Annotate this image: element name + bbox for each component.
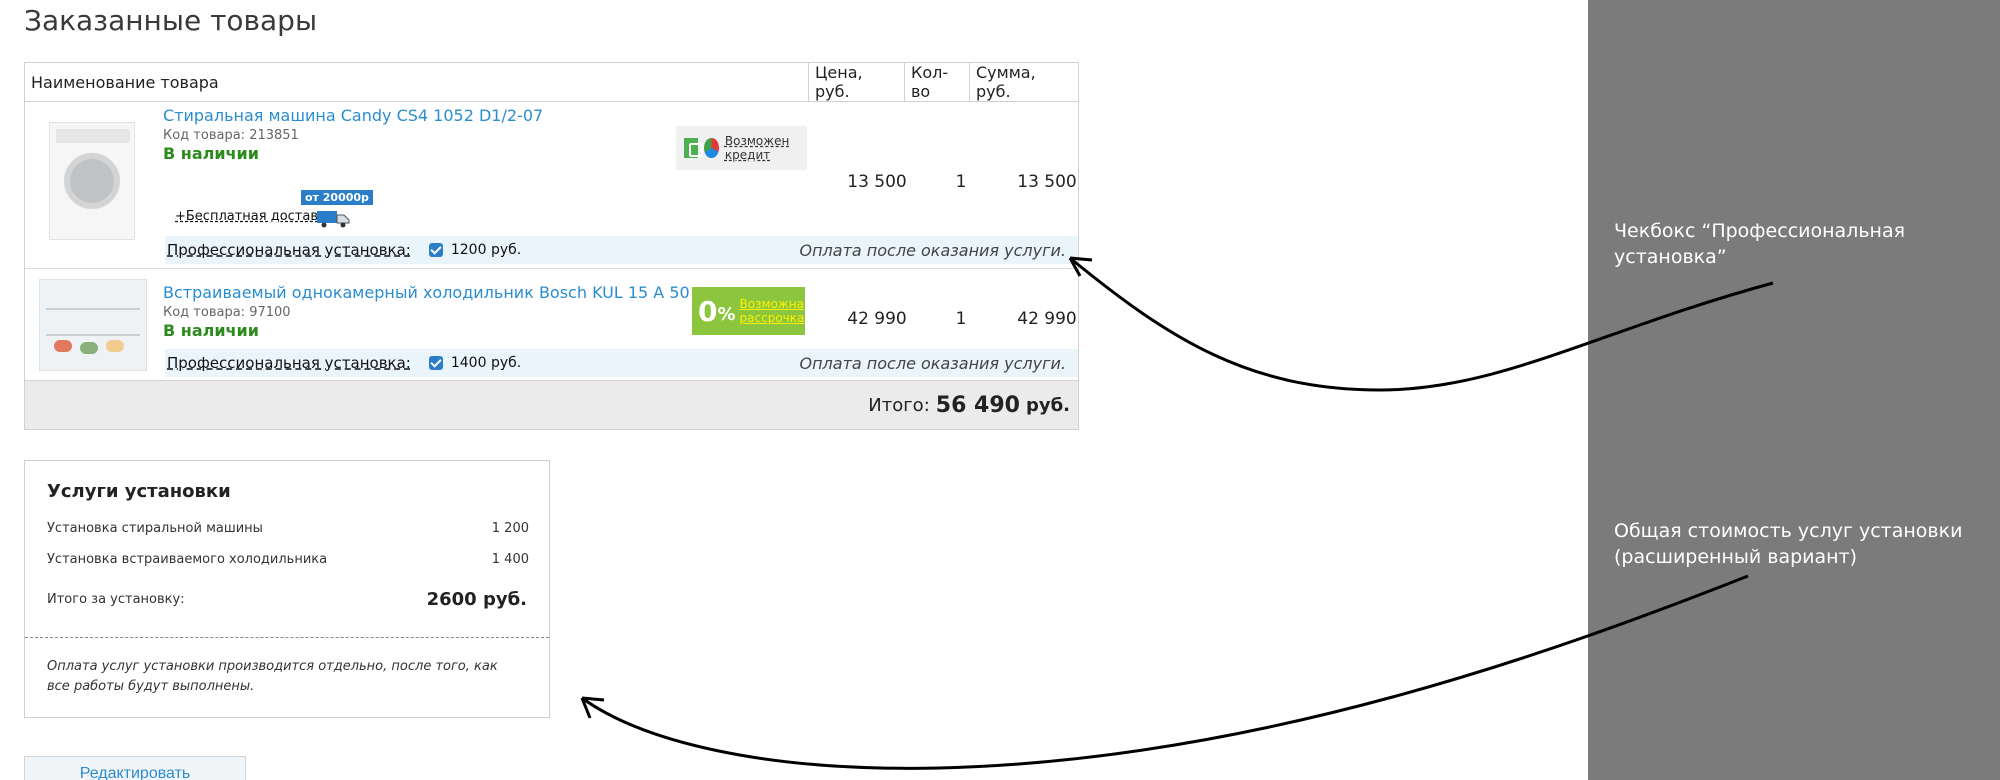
header-sum: Сумма, руб. (969, 63, 1078, 101)
fridge-image[interactable] (39, 279, 147, 371)
installment-label: Возможна рассрочка (739, 297, 805, 325)
row-sum: 42 990 (1017, 309, 1077, 329)
service-item: Установка стиральной машины 1 200 (47, 521, 529, 536)
annotation-checkbox-note: Чекбокс “Профессиональная установка” (1614, 220, 1906, 268)
screen: Заказанные товары Наименование товара Це… (0, 0, 2000, 780)
fridge-food (106, 340, 124, 352)
service-item-value: 1 200 (491, 521, 529, 536)
edit-button[interactable]: Редактировать (24, 756, 246, 780)
free-delivery: +Бесплатная доставка (175, 209, 334, 224)
services-total-label: Итого за установку: (47, 592, 185, 607)
washing-machine-image[interactable] (49, 122, 135, 240)
stock-status: В наличии (163, 144, 259, 163)
install-label: Профессиональная установка: (167, 354, 411, 372)
fridge-food (54, 340, 72, 352)
install-price: 1200 руб. (450, 242, 522, 258)
annotation-arrowhead-total (580, 696, 605, 719)
services-total-value: 2600 руб. (426, 589, 527, 610)
credit-bank-icon (684, 138, 704, 158)
order-total-currency: руб. (1025, 394, 1070, 416)
promo-percent: % (717, 303, 736, 325)
table-header: Наименование товара Цена, руб. Кол-во Су… (25, 63, 1078, 102)
row-price: 13 500 (847, 172, 907, 192)
services-divider (25, 637, 549, 638)
order-total: Итого: 56 490 руб. (25, 381, 1078, 429)
install-label: Профессиональная установка: (167, 241, 411, 259)
washer-door (64, 153, 120, 209)
install-option: Профессиональная установка: 1400 руб. Оп… (165, 349, 1078, 377)
product-link[interactable]: Стиральная машина Candy CS4 1052 D1/2-07 (163, 106, 543, 125)
install-checkbox[interactable] (428, 243, 443, 257)
services-title: Услуги установки (47, 481, 231, 502)
service-item: Установка встраиваемого холодильника 1 4… (47, 552, 529, 567)
promo-zero: 0 (698, 294, 718, 328)
annotation-arrow-total (581, 574, 1749, 770)
service-item-label: Установка встраиваемого холодильника (47, 552, 328, 567)
fridge-shelf (46, 308, 140, 310)
truck-icon (317, 211, 350, 228)
fridge-shelf (46, 334, 140, 336)
install-option: Профессиональная установка: 1200 руб. Оп… (165, 236, 1078, 264)
service-item-value: 1 400 (491, 552, 529, 567)
header-qty: Кол-во (904, 63, 969, 101)
annotation-panel (1588, 0, 2000, 780)
product-code: Код товара: 97100 (163, 305, 291, 320)
product-link[interactable]: Встраиваемый однокамерный холодильник Bo… (163, 283, 690, 302)
credit-partner-icon (704, 138, 719, 158)
pay-after-note: Оплата после оказания услуги. (799, 353, 1067, 373)
order-total-value: 56 490 (935, 392, 1020, 418)
ordered-items-table: Наименование товара Цена, руб. Кол-во Су… (24, 62, 1079, 430)
credit-label: Возможен кредит (724, 134, 790, 162)
row-qty: 1 (955, 172, 967, 192)
service-item-label: Установка стиральной машины (47, 521, 263, 536)
header-name: Наименование товара (31, 72, 219, 92)
install-checkbox[interactable] (428, 356, 443, 370)
table-row: Стиральная машина Candy CS4 1052 D1/2-07… (25, 102, 1078, 269)
table-row: Встраиваемый однокамерный холодильник Bo… (25, 269, 1078, 381)
services-note: Оплата услуг установки производится отде… (47, 659, 498, 694)
installment-badge[interactable]: 0 % Возможна рассрочка (692, 287, 805, 335)
credit-badge[interactable]: Возможен кредит (676, 126, 807, 170)
row-price: 42 990 (847, 309, 907, 329)
annotation-total-note: Общая стоимость услуг установки (расшире… (1614, 520, 1963, 568)
free-delivery-label[interactable]: +Бесплатная доставка (175, 209, 334, 224)
install-price: 1400 руб. (450, 355, 522, 371)
installation-services-box: Услуги установки Установка стиральной ма… (24, 460, 550, 718)
row-sum: 13 500 (1017, 172, 1077, 192)
stock-status: В наличии (163, 321, 259, 340)
delivery-threshold-badge: от 20000р (301, 190, 373, 205)
fridge-food (80, 342, 98, 354)
row-qty: 1 (955, 309, 967, 329)
page-title: Заказанные товары (24, 4, 318, 37)
header-price: Цена, руб. (808, 63, 904, 101)
order-total-label: Итого: (868, 394, 930, 416)
pay-after-note: Оплата после оказания услуги. (799, 240, 1067, 260)
washer-panel (56, 129, 130, 143)
product-code: Код товара: 213851 (163, 128, 299, 143)
